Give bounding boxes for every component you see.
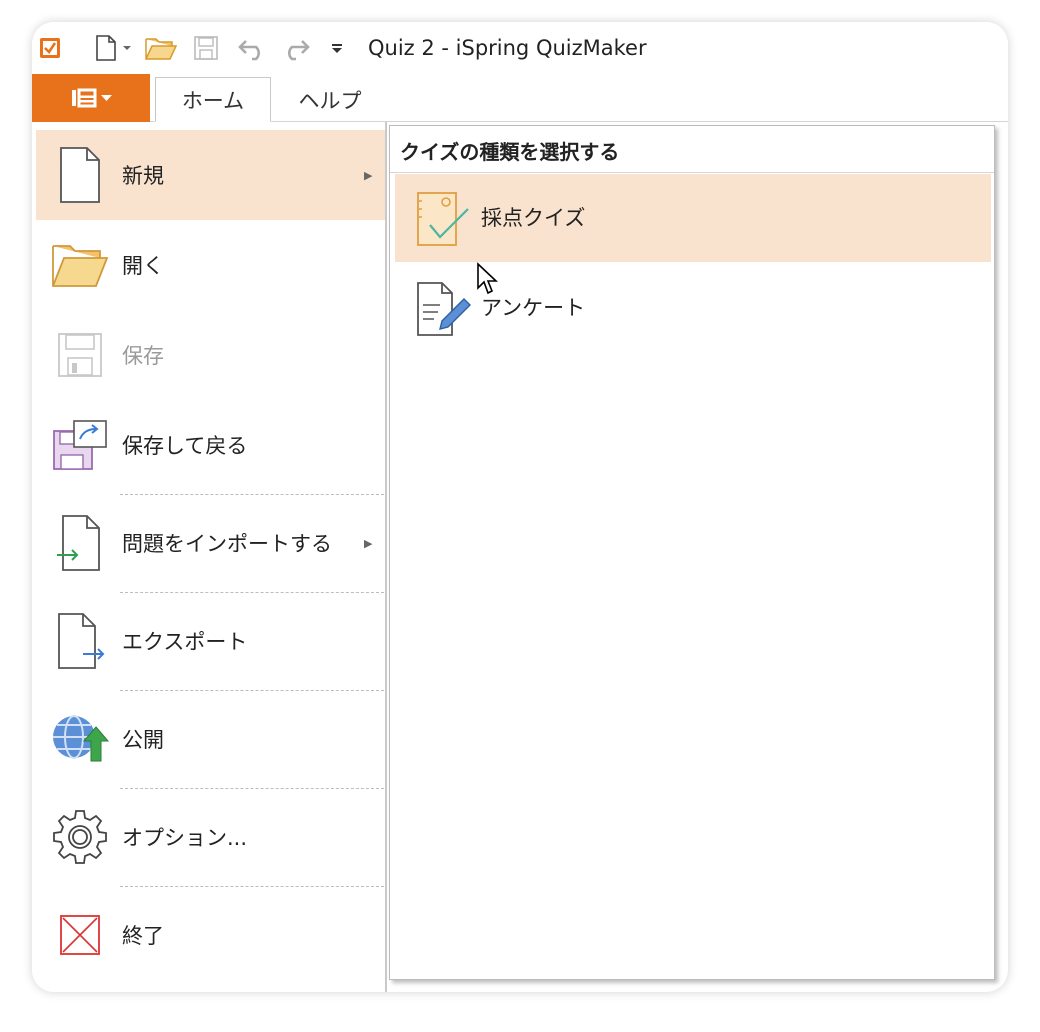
submenu-header-label: クイズの種類を選択する: [400, 140, 620, 164]
menu-divider: [120, 690, 384, 691]
menu-label: 保存: [122, 344, 164, 368]
submenu-header: クイズの種類を選択する: [390, 126, 994, 173]
menu-label: 公開: [122, 728, 164, 752]
title-bar: Quiz 2 - iSpring QuizMaker: [32, 22, 1008, 74]
save-and-return-icon: [50, 414, 110, 476]
save-icon[interactable]: [190, 22, 222, 74]
menu-divider: [120, 886, 384, 887]
submenu-arrow-icon: ▶: [364, 536, 373, 550]
menu-label: 新規: [122, 164, 164, 188]
new-document-icon: [50, 144, 110, 206]
submenu-item-graded-quiz[interactable]: 採点クイズ: [395, 174, 991, 262]
menu-divider: [120, 592, 384, 593]
customize-toolbar-icon[interactable]: [326, 22, 348, 74]
app-logo-icon[interactable]: [34, 22, 66, 74]
new-dropdown-icon[interactable]: [120, 22, 134, 74]
menu-item-save: 保存: [36, 310, 385, 400]
mouse-cursor-icon: [476, 262, 502, 300]
open-folder-icon[interactable]: [142, 22, 180, 74]
menu-label: オプション...: [122, 826, 248, 850]
menu-label: 保存して戻る: [122, 434, 248, 458]
menu-item-open[interactable]: 開く: [36, 220, 385, 310]
file-menu: 新規 ▶ 開く 保存 保存して戻る 問題をインポートする ▶ エクスポート 公開…: [32, 122, 387, 992]
menu-item-import-questions[interactable]: 問題をインポートする ▶: [36, 498, 385, 588]
undo-icon[interactable]: [234, 22, 270, 74]
gear-icon: [50, 806, 110, 868]
tab-home[interactable]: ホーム: [155, 77, 271, 122]
menu-divider: [120, 788, 384, 789]
menu-item-new[interactable]: 新規 ▶: [36, 130, 385, 220]
menu-label: 終了: [122, 924, 164, 948]
save-disk-icon: [50, 324, 110, 386]
ribbon-tab-bar: ホーム ヘルプ: [32, 74, 1008, 122]
menu-item-options[interactable]: オプション...: [36, 792, 385, 882]
file-menu-button[interactable]: [32, 74, 150, 122]
close-icon: [50, 904, 110, 966]
menu-divider: [120, 494, 384, 495]
survey-icon: [413, 278, 473, 340]
graded-quiz-icon: [413, 188, 473, 250]
menu-item-save-and-return[interactable]: 保存して戻る: [36, 400, 385, 490]
menu-item-exit[interactable]: 終了: [36, 890, 385, 980]
new-file-icon[interactable]: [90, 22, 122, 74]
import-icon: [50, 512, 110, 574]
export-icon: [50, 610, 110, 672]
menu-item-publish[interactable]: 公開: [36, 694, 385, 784]
menu-label: 問題をインポートする: [122, 532, 332, 556]
submenu-arrow-icon: ▶: [364, 168, 373, 182]
publish-globe-icon: [50, 708, 110, 770]
submenu-item-label: 採点クイズ: [481, 206, 586, 230]
menu-label: 開く: [122, 254, 164, 278]
quiz-type-submenu: クイズの種類を選択する 採点クイズ アンケート: [389, 125, 995, 980]
app-window: Quiz 2 - iSpring QuizMaker ホーム ヘルプ 新規 ▶: [32, 22, 1008, 992]
redo-icon[interactable]: [278, 22, 314, 74]
tab-help[interactable]: ヘルプ: [277, 77, 383, 122]
menu-item-export[interactable]: エクスポート: [36, 596, 385, 686]
window-title: Quiz 2 - iSpring QuizMaker: [368, 36, 647, 60]
file-menu-icon: [72, 88, 112, 108]
open-folder-icon: [50, 234, 110, 296]
menu-label: エクスポート: [122, 630, 248, 654]
